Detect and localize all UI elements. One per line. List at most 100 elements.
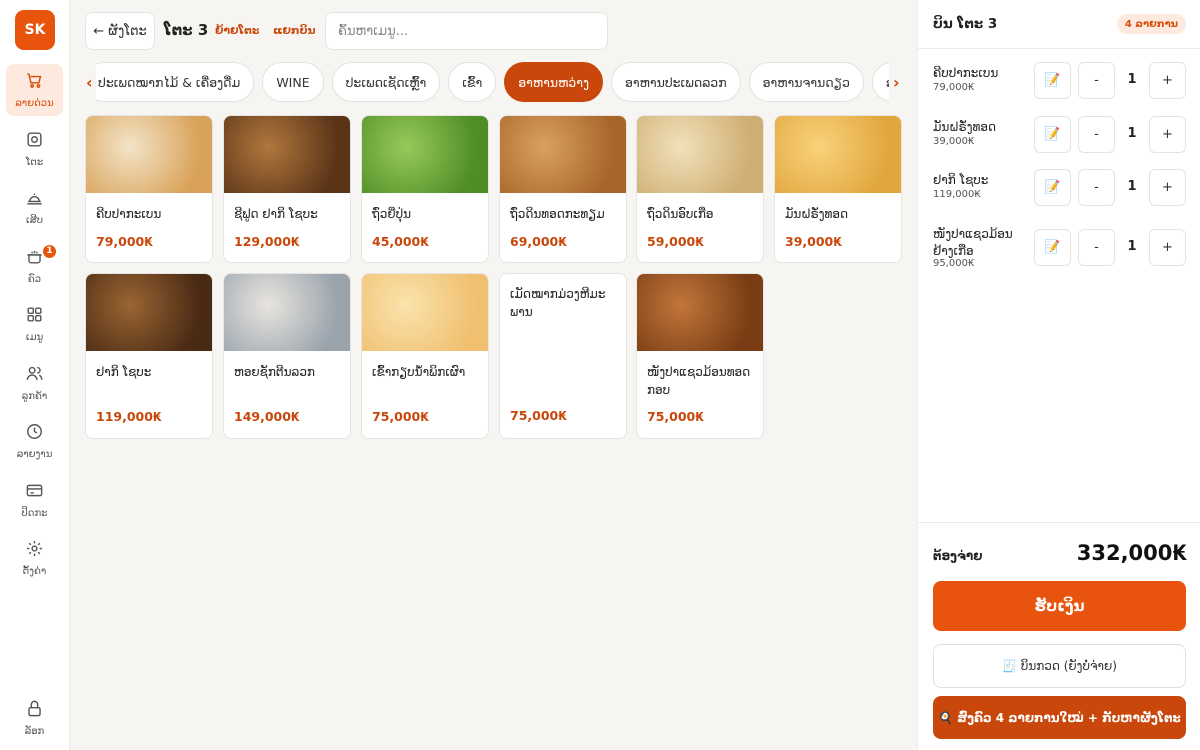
lock-icon	[25, 699, 44, 722]
product-image	[86, 116, 212, 193]
sidebar-item-cart[interactable]: ລາຍດ່ວນ	[6, 64, 63, 116]
category-chip[interactable]: ອາຫານປະເພດລວກ	[610, 62, 741, 102]
decrease-qty-button[interactable]: -	[1078, 62, 1115, 99]
sidebar-item-clock[interactable]: ລາຍງານ	[6, 415, 63, 467]
kitchen-count-badge: 1	[42, 243, 57, 259]
line-qty: 1	[1127, 239, 1137, 254]
product-card[interactable]: ຄີບປາກະເບນ 79,000₭	[85, 115, 213, 263]
product-price: 79,000₭	[96, 234, 153, 249]
category-chip[interactable]: ອາຫານປະເພດລາບ	[871, 62, 889, 102]
product-image	[224, 274, 350, 351]
product-card[interactable]: ໜັງປາແຊວມ້ອນທອດກອບ 75,000₭	[636, 273, 764, 439]
increase-qty-button[interactable]: +	[1149, 116, 1186, 153]
increase-qty-button[interactable]: +	[1149, 229, 1186, 266]
back-to-floor-button[interactable]: ← ຜັງໂຕະ	[85, 12, 155, 50]
clock-icon	[25, 422, 44, 445]
split-bill-button[interactable]: ແຍກບິນ	[273, 24, 316, 37]
pay-button[interactable]: ຮັບເງິນ	[933, 581, 1186, 631]
note-icon[interactable]: 📝	[1034, 169, 1071, 206]
order-header: ບິນ ໂຕະ 3 4 ລາຍການ	[918, 0, 1200, 49]
product-card[interactable]: ມັນຝຣັ່ງທອດ 39,000₭	[774, 115, 902, 263]
product-price: 59,000₭	[647, 234, 704, 249]
note-icon[interactable]: 📝	[1034, 116, 1071, 153]
category-scroll-left-icon[interactable]: ‹	[86, 73, 93, 92]
sidebar-item-cloche[interactable]: ເສີບ	[6, 181, 63, 233]
product-card[interactable]: ຖົ່ວດິນອົບເກືອ 59,000₭	[636, 115, 764, 263]
order-footer: ຕ້ອງຈ່າຍ 332,000₭ ຮັບເງິນ 🧾 ບິນກວດ (ຍັງບ…	[918, 522, 1200, 750]
category-chip[interactable]: ປະເພດເຊັດເຫຼົ້າ	[331, 62, 441, 102]
order-title: ບິນ ໂຕະ 3	[933, 16, 998, 32]
card-icon	[25, 481, 44, 504]
product-price: 69,000₭	[510, 234, 567, 249]
product-price: 39,000₭	[785, 234, 842, 249]
order-panel: ບິນ ໂຕະ 3 4 ລາຍການ ຄີບປາກະເບນ 79,000₭ 📝 -1 +…	[917, 0, 1200, 750]
sidebar-item-label: ລາຍດ່ວນ	[15, 98, 54, 109]
category-chip[interactable]: WINE	[262, 62, 324, 102]
product-image	[637, 274, 763, 351]
print-check-bill-button[interactable]: 🧾 ບິນກວດ (ຍັງບໍ່ຈ່າຍ)	[933, 644, 1186, 688]
category-scroll-right-icon[interactable]: ›	[893, 73, 900, 92]
menu-search-input[interactable]	[325, 12, 608, 50]
product-name: ເຂົ້າກຽບນ້ຳພິກເຜົາ	[372, 365, 466, 379]
sidebar-item-grid[interactable]: ເມນູ	[6, 298, 63, 350]
category-chip[interactable]: ເຂົ້າ	[448, 62, 497, 102]
line-qty: 1	[1127, 126, 1137, 141]
product-image	[775, 116, 901, 193]
lock-label: ລັອກ	[24, 726, 45, 737]
category-chip[interactable]: ອາຫານຫວ່າງ	[504, 62, 603, 102]
sidebar-item-label: ໂຕະ	[25, 156, 44, 168]
decrease-qty-button[interactable]: -	[1078, 169, 1115, 206]
sidebar-item-pot[interactable]: ຄົວ 1	[6, 240, 63, 292]
sidebar-item-table[interactable]: ໂຕະ	[6, 123, 63, 175]
product-name: ໜັງປາແຊວມ້ອນທອດກອບ	[647, 365, 751, 397]
sidebar-item-card[interactable]: ປິດກະ	[6, 474, 63, 526]
line-qty: 1	[1127, 179, 1137, 194]
order-line: ມັນຝຣັ່ງທອດ 39,000₭ 📝 -1 +	[933, 116, 1188, 166]
note-icon[interactable]: 📝	[1034, 229, 1071, 266]
sidebar-item-label: ລູກຄ້າ	[21, 390, 48, 402]
move-table-button[interactable]: ຍ້າຍໂຕະ	[215, 24, 259, 37]
sidebar-item-label: ລາຍງານ	[16, 449, 53, 460]
category-chip[interactable]: ປະເພດໝາກໄມ້ & ເຄື່ອງດື່ມ	[96, 62, 255, 102]
product-image	[224, 116, 350, 193]
order-line-price: 95,000₭	[933, 258, 975, 269]
sidebar-item-users[interactable]: ລູກຄ້າ	[6, 357, 63, 409]
order-line-price: 39,000₭	[933, 136, 975, 147]
lock-button[interactable]: ລັອກ	[6, 692, 63, 744]
order-line-name: ຢາກິ ໂຊບະ	[933, 173, 989, 187]
product-name: ຖົ່ວດິນອົບເກືອ	[647, 207, 714, 221]
total-label: ຕ້ອງຈ່າຍ	[933, 549, 983, 563]
gear-icon	[25, 539, 44, 562]
product-card[interactable]: ຢາກິ ໂຊບະ 119,000₭	[85, 273, 213, 439]
product-image	[362, 274, 488, 351]
product-image	[500, 116, 626, 193]
product-card[interactable]: ເຂົ້າກຽບນ້ຳພິກເຜົາ 75,000₭	[361, 273, 489, 439]
product-name: ຊີຟູດ ຢາກິ ໂຊບະ	[234, 207, 318, 221]
product-name: ຫອຍຊັກຕີນລວກ	[234, 365, 315, 379]
product-name: ເມັດໝາກມ່ວງຫີມະພານ	[510, 287, 606, 319]
product-name: ມັນຝຣັ່ງທອດ	[785, 207, 849, 221]
product-card[interactable]: ຖົ່ວດິນທອດກະທຽມ 69,000₭	[499, 115, 627, 263]
sidebar-item-label: ຕັ້ງຄ່າ	[22, 566, 47, 577]
order-line-price: 119,000₭	[933, 189, 981, 200]
product-card[interactable]: ຊີຟູດ ຢາກິ ໂຊບະ 129,000₭	[223, 115, 351, 263]
decrease-qty-button[interactable]: -	[1078, 116, 1115, 153]
note-icon[interactable]: 📝	[1034, 62, 1071, 99]
product-card[interactable]: ຖົ່ວຍີ່ປຸ່ນ 45,000₭	[361, 115, 489, 263]
product-card[interactable]: ຫອຍຊັກຕີນລວກ 149,000₭	[223, 273, 351, 439]
decrease-qty-button[interactable]: -	[1078, 229, 1115, 266]
increase-qty-button[interactable]: +	[1149, 62, 1186, 99]
total-value: 332,000₭	[1076, 541, 1187, 565]
product-image	[637, 116, 763, 193]
product-card[interactable]: ເມັດໝາກມ່ວງຫີມະພານ 75,000₭	[499, 273, 627, 439]
sidebar-item-gear[interactable]: ຕັ້ງຄ່າ	[6, 532, 63, 584]
order-line-name: ມັນຝຣັ່ງທອດ	[933, 120, 997, 134]
sidebar-item-label: ຄົວ	[27, 273, 42, 285]
users-icon	[25, 364, 44, 387]
send-to-kitchen-button[interactable]: 🍳 ສົ່ງຄົວ 4 ລາຍການໃໝ່ + ກັບຫາຜັງໂຕະ	[933, 696, 1186, 739]
order-line-name: ໜັງປາແຊວມ້ອນຢ້າງເກືອ	[933, 227, 1013, 258]
category-chip[interactable]: ອາຫານຈານດຽວ	[748, 62, 864, 102]
increase-qty-button[interactable]: +	[1149, 169, 1186, 206]
order-line-price: 79,000₭	[933, 82, 975, 93]
product-price: 129,000₭	[234, 234, 300, 249]
